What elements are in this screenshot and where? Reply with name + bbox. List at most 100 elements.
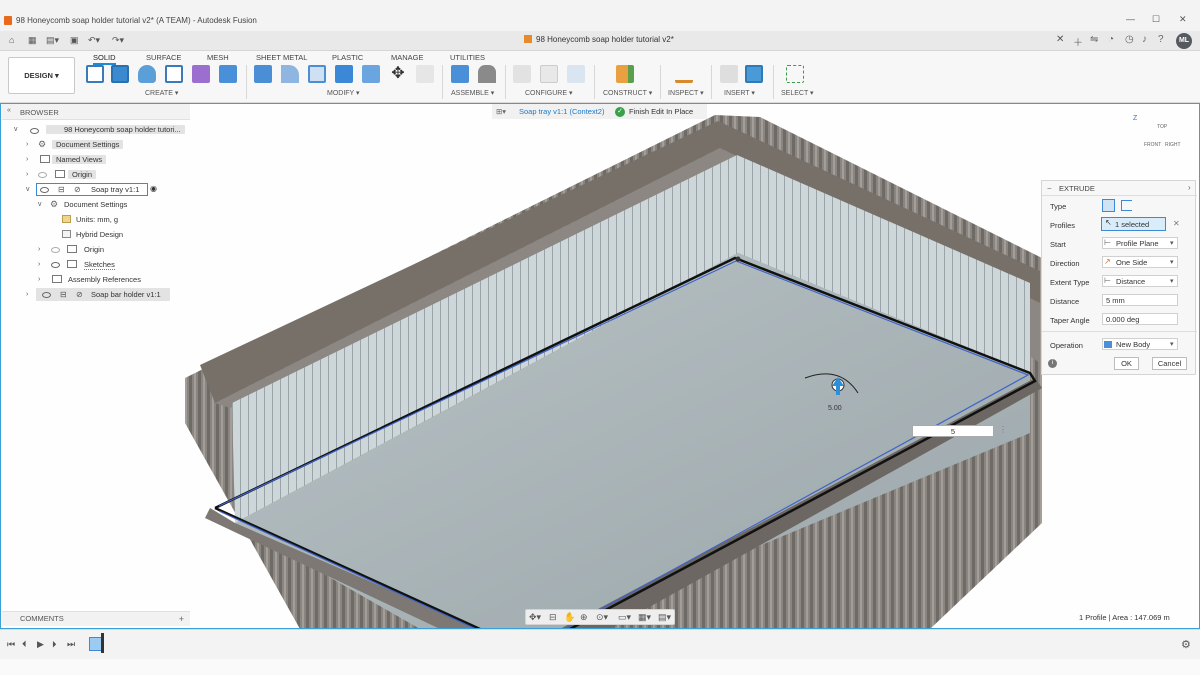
table-icon[interactable] bbox=[540, 65, 558, 83]
joint-icon[interactable] bbox=[478, 65, 496, 83]
configure-group[interactable]: CONFIGURE ▾ bbox=[525, 89, 572, 97]
tree-item-named-views[interactable]: Named Views bbox=[52, 154, 107, 165]
tab-sheet-metal[interactable]: SHEET METAL bbox=[256, 53, 307, 62]
gear-icon[interactable]: ⚙ bbox=[1181, 638, 1191, 651]
component-icon[interactable]: ⊞▾ bbox=[496, 104, 506, 119]
online-icon[interactable]: ◷ bbox=[1125, 34, 1134, 45]
construct-group[interactable]: CONSTRUCT ▾ bbox=[603, 89, 652, 97]
measure-icon[interactable] bbox=[675, 71, 693, 83]
minimize-button[interactable]: — bbox=[1126, 14, 1135, 24]
finish-edit-button[interactable]: Finish Edit In Place bbox=[629, 104, 693, 119]
avatar[interactable]: ML bbox=[1176, 33, 1192, 49]
visibility-icon[interactable] bbox=[42, 292, 51, 298]
visibility-icon[interactable] bbox=[30, 128, 39, 134]
tab-utilities[interactable]: UTILITIES bbox=[450, 53, 485, 62]
insert-image-icon[interactable] bbox=[745, 65, 763, 83]
create-sketch-icon[interactable] bbox=[86, 65, 104, 83]
sweep-icon[interactable] bbox=[165, 65, 183, 83]
extent-type-dropdown[interactable]: Distance bbox=[1102, 275, 1178, 287]
tree-item-origin[interactable]: Origin bbox=[68, 169, 97, 180]
assemble-group[interactable]: ASSEMBLE ▾ bbox=[451, 89, 494, 97]
display-settings-icon[interactable]: ▭▾ bbox=[618, 612, 631, 623]
tree-item-soap-bar-holder[interactable]: Soap bar holder v1:1 bbox=[91, 289, 161, 300]
chamfer-icon[interactable] bbox=[308, 65, 326, 83]
viewcube-top-label[interactable]: TOP bbox=[1157, 124, 1167, 130]
tree-item-hybrid-design[interactable]: Hybrid Design bbox=[76, 229, 123, 240]
viewports-icon[interactable]: ▤▾ bbox=[658, 612, 671, 623]
fit-icon[interactable]: ⊙▾ bbox=[596, 612, 608, 623]
align-icon[interactable] bbox=[416, 65, 434, 83]
chevron-right-icon[interactable]: › bbox=[38, 246, 40, 253]
distance-dimension-input[interactable]: 5 bbox=[912, 425, 994, 437]
info-icon[interactable]: i bbox=[1048, 359, 1057, 368]
chevron-right-icon[interactable]: › bbox=[26, 141, 28, 148]
play-icon[interactable]: ▶ bbox=[37, 639, 44, 650]
clear-selection-icon[interactable]: ✕ bbox=[1173, 219, 1180, 228]
grid-icon[interactable]: ▦ bbox=[28, 35, 37, 46]
inspect-group[interactable]: INSPECT ▾ bbox=[668, 89, 704, 97]
maximize-button[interactable]: ☐ bbox=[1152, 14, 1160, 25]
add-comment-icon[interactable]: + bbox=[179, 612, 184, 626]
tab-mesh[interactable]: MESH bbox=[207, 53, 229, 62]
taper-angle-input[interactable]: 0.000 deg bbox=[1102, 313, 1178, 325]
tree-item-units[interactable]: Units: mm, g bbox=[76, 214, 118, 225]
configure-icon[interactable] bbox=[513, 65, 531, 83]
step-back-icon[interactable]: ⏴ bbox=[22, 639, 27, 650]
job-status-icon[interactable]: ◔ bbox=[1108, 34, 1114, 45]
tab-manage[interactable]: MANAGE bbox=[391, 53, 424, 62]
fillet-icon[interactable] bbox=[281, 65, 299, 83]
notifications-icon[interactable]: ♪ bbox=[1142, 34, 1147, 45]
go-to-end-icon[interactable]: ⏭ bbox=[67, 639, 75, 650]
home-icon[interactable]: ⌂ bbox=[9, 35, 14, 45]
offset-plane-icon[interactable] bbox=[616, 65, 634, 83]
zoom-icon[interactable]: ⊕ bbox=[580, 612, 588, 623]
redo-icon[interactable]: ↷▾ bbox=[112, 35, 124, 46]
step-forward-icon[interactable]: ⏵ bbox=[52, 639, 57, 650]
operation-dropdown[interactable]: New Body bbox=[1102, 338, 1178, 350]
tab-solid[interactable]: SOLID bbox=[93, 53, 116, 65]
press-pull-icon[interactable] bbox=[254, 65, 272, 83]
ok-button[interactable]: OK bbox=[1114, 357, 1139, 370]
extrude-type-solid-icon[interactable] bbox=[1102, 199, 1115, 212]
insert-group[interactable]: INSERT ▾ bbox=[724, 89, 755, 97]
go-to-start-icon[interactable]: ⏮ bbox=[7, 639, 15, 650]
move-icon[interactable]: ✥ bbox=[389, 65, 407, 83]
chevron-right-icon[interactable]: › bbox=[26, 171, 28, 178]
save-icon[interactable]: ▣ bbox=[70, 35, 79, 46]
distance-input[interactable]: 5 mm bbox=[1102, 294, 1178, 306]
start-dropdown[interactable]: Profile Plane bbox=[1102, 237, 1178, 249]
direction-dropdown[interactable]: One Side bbox=[1102, 256, 1178, 268]
look-at-icon[interactable]: ⊟ bbox=[549, 612, 557, 623]
combine-icon[interactable] bbox=[362, 65, 380, 83]
more-options-icon[interactable]: ⋮ bbox=[999, 425, 1007, 434]
tab-plastic[interactable]: PLASTIC bbox=[332, 53, 363, 62]
tree-item-soap-tray[interactable]: Soap tray v1:1 bbox=[91, 184, 139, 195]
file-menu-icon[interactable]: ▤▾ bbox=[46, 35, 59, 46]
chevron-right-icon[interactable]: › bbox=[26, 291, 28, 298]
tab-surface[interactable]: SURFACE bbox=[146, 53, 181, 62]
close-window-button[interactable]: ✕ bbox=[1179, 14, 1187, 25]
tree-item-origin[interactable]: Origin bbox=[84, 244, 104, 255]
shell-icon[interactable] bbox=[335, 65, 353, 83]
chevron-down-icon[interactable]: v bbox=[38, 201, 42, 208]
extrude-icon[interactable] bbox=[111, 65, 129, 83]
comments-panel[interactable]: COMMENTS + bbox=[2, 611, 190, 626]
tree-item-document-settings[interactable]: Document Settings bbox=[64, 199, 127, 210]
cancel-button[interactable]: Cancel bbox=[1152, 357, 1187, 370]
context-component[interactable]: Soap tray v1:1 (Context2) bbox=[519, 104, 604, 119]
chevron-right-icon[interactable]: › bbox=[38, 276, 40, 283]
visibility-icon[interactable] bbox=[51, 247, 60, 253]
document-tab[interactable]: 98 Honeycomb soap holder tutorial v2* bbox=[524, 35, 674, 44]
timeline-marker[interactable] bbox=[101, 633, 104, 653]
theme-icon[interactable] bbox=[567, 65, 585, 83]
viewcube-right-label[interactable]: RIGHT bbox=[1165, 142, 1181, 148]
select-icon[interactable] bbox=[786, 65, 804, 83]
tree-item-sketches[interactable]: Sketches bbox=[84, 259, 115, 270]
chevron-down-icon[interactable]: v bbox=[26, 186, 30, 193]
activate-radio-icon[interactable]: ◉ bbox=[150, 184, 157, 193]
visibility-icon[interactable] bbox=[38, 172, 47, 178]
extensions-icon[interactable]: ⇋ bbox=[1090, 34, 1098, 45]
chevron-right-icon[interactable]: › bbox=[26, 156, 28, 163]
expand-icon[interactable]: › bbox=[1188, 183, 1191, 192]
close-tab-icon[interactable]: ✕ bbox=[1056, 34, 1064, 45]
